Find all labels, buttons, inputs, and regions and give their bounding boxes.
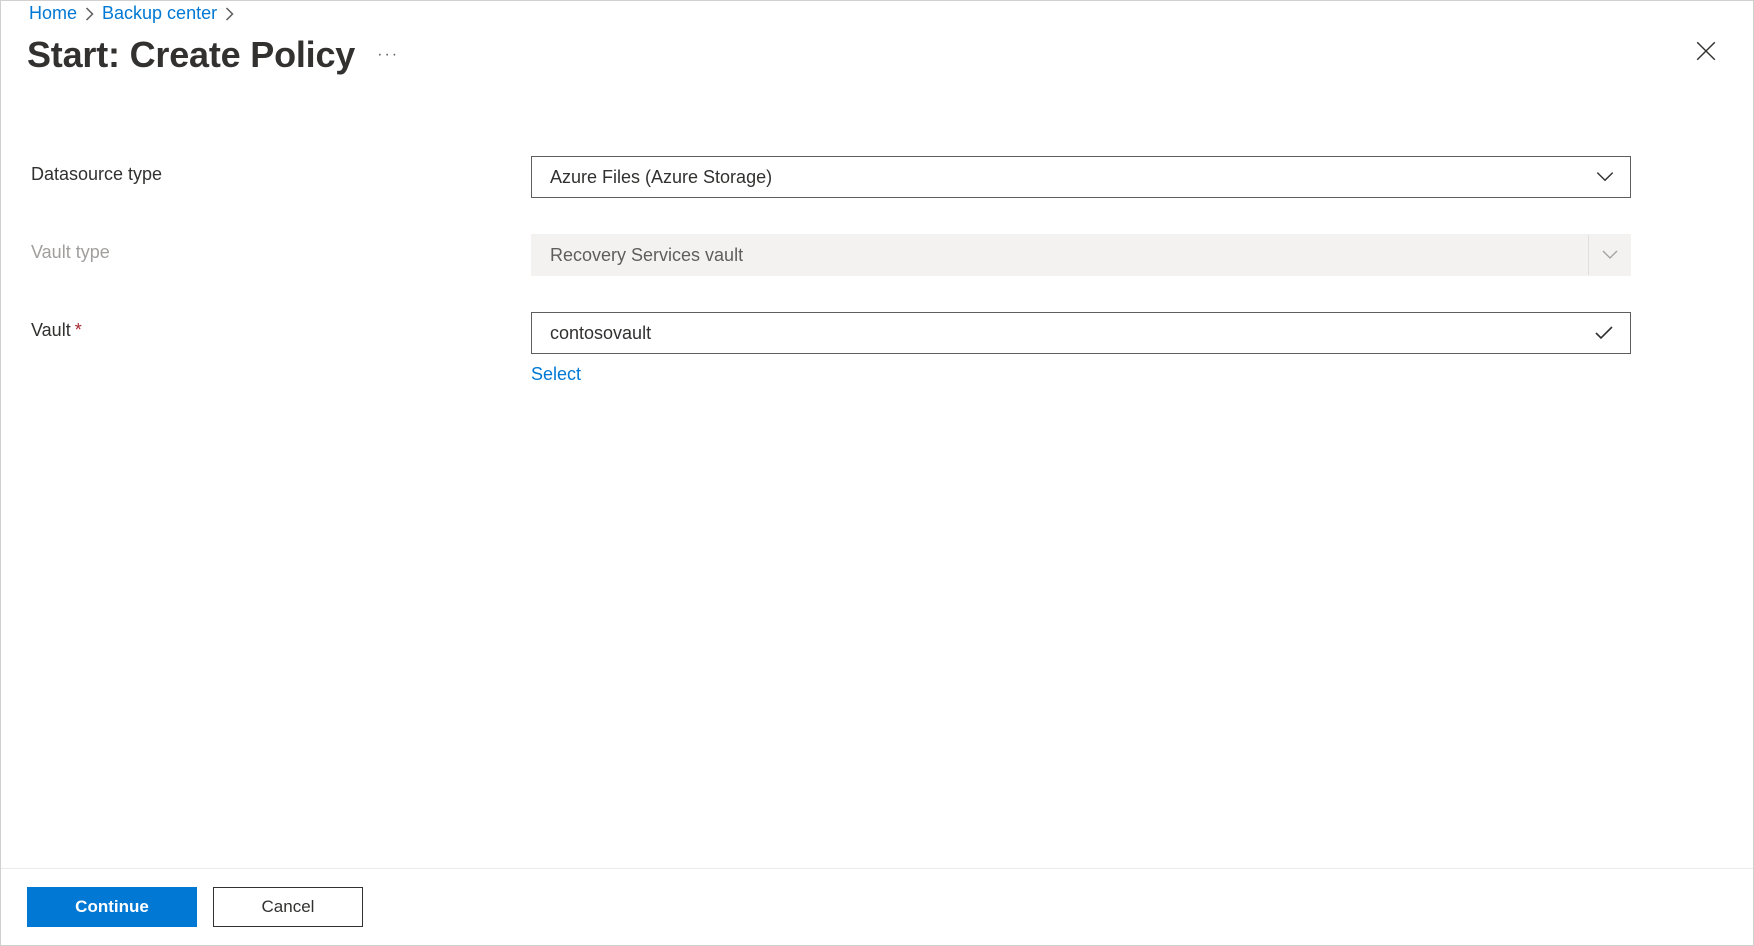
chevron-down-icon [1588, 235, 1630, 275]
vault-value: contosovault [550, 323, 651, 344]
vault-select-link[interactable]: Select [531, 364, 581, 385]
breadcrumb-home[interactable]: Home [29, 3, 77, 24]
chevron-right-icon [225, 7, 234, 21]
vault-input[interactable]: contosovault [531, 312, 1631, 354]
vault-type-label: Vault type [31, 234, 531, 263]
datasource-type-value: Azure Files (Azure Storage) [550, 167, 772, 188]
breadcrumb: Home Backup center [1, 1, 1753, 24]
vault-label: Vault* [31, 312, 531, 341]
cancel-button[interactable]: Cancel [213, 887, 363, 927]
vault-row: Vault* contosovault Select [31, 312, 1723, 385]
more-actions-button[interactable]: ··· [373, 40, 403, 70]
page-header: Start: Create Policy ··· [1, 24, 1753, 76]
close-icon [1695, 40, 1717, 62]
form-area: Datasource type Azure Files (Azure Stora… [1, 76, 1753, 385]
page-title: Start: Create Policy [27, 34, 355, 76]
breadcrumb-backup-center[interactable]: Backup center [102, 3, 217, 24]
vault-type-value: Recovery Services vault [550, 245, 743, 266]
continue-button[interactable]: Continue [27, 887, 197, 927]
check-icon [1594, 325, 1614, 341]
required-indicator: * [75, 320, 82, 340]
close-button[interactable] [1689, 34, 1723, 68]
vault-type-select: Recovery Services vault [531, 234, 1631, 276]
datasource-type-label: Datasource type [31, 156, 531, 185]
datasource-type-row: Datasource type Azure Files (Azure Stora… [31, 156, 1723, 198]
footer-actions: Continue Cancel [1, 868, 1753, 945]
chevron-right-icon [85, 7, 94, 21]
chevron-down-icon [1596, 172, 1614, 183]
datasource-type-select[interactable]: Azure Files (Azure Storage) [531, 156, 1631, 198]
vault-type-row: Vault type Recovery Services vault [31, 234, 1723, 276]
